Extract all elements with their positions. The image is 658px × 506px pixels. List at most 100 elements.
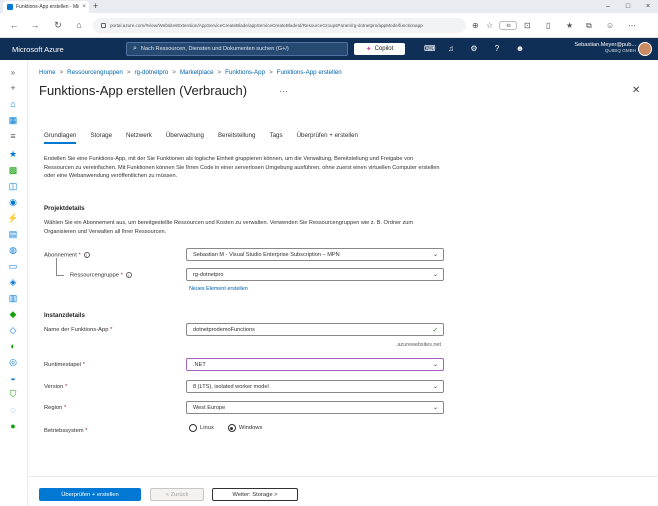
settings-icon[interactable]: ⚙ xyxy=(469,44,479,53)
next-storage-button[interactable]: Weiter: Storage > xyxy=(212,488,298,501)
more-options-icon[interactable]: ··· xyxy=(279,86,288,96)
home-icon[interactable]: ⌂ xyxy=(73,20,85,30)
breadcrumb-rg-dotnetpro[interactable]: rg-dotnetpro xyxy=(135,69,169,76)
all-services-icon[interactable]: ≡ xyxy=(7,130,19,142)
home-nav-icon[interactable]: ⌂ xyxy=(7,98,19,110)
back-button[interactable]: < Zurück xyxy=(150,488,204,501)
breadcrumb: Home > Ressourcengruppen > rg-dotnetpro … xyxy=(39,69,342,76)
help-icon[interactable]: ? xyxy=(492,44,502,53)
sql-database-icon[interactable]: ▤ xyxy=(7,228,19,240)
settings-more-icon[interactable]: ⋯ xyxy=(628,21,636,30)
copilot-label: Copilot xyxy=(374,46,394,52)
subscription-select[interactable]: Sebastian M - Visual Studio Enterprise S… xyxy=(186,248,444,261)
radio-windows[interactable]: Windows xyxy=(227,424,263,432)
resource-group-value: rg-dotnetpro xyxy=(193,271,224,278)
extensions-icon[interactable]: ⊡ xyxy=(524,21,531,30)
breadcrumb-separator: > xyxy=(126,69,131,76)
load-balancer-icon[interactable]: ◈ xyxy=(7,276,19,288)
defender-icon[interactable]: ⛉ xyxy=(7,388,19,400)
address-bar[interactable]: portal.azure.com/#view/WebsitesExtension… xyxy=(93,18,466,33)
back-icon[interactable]: ← xyxy=(8,20,20,30)
help-support-icon[interactable]: ◌ xyxy=(7,404,19,416)
entra-id-icon[interactable]: ◇ xyxy=(7,324,19,336)
expand-menu-icon[interactable]: » xyxy=(7,66,19,78)
collections-icon[interactable]: ⧉ xyxy=(586,21,592,31)
account-info[interactable]: Sebastian.Meyer@pub... QUIBIQ GMBH xyxy=(540,42,636,53)
all-resources-icon[interactable]: ▩ xyxy=(7,164,19,176)
radio-linux[interactable]: Linux xyxy=(189,424,214,432)
tab-monitoring[interactable]: Überwachung xyxy=(166,132,204,142)
maximize-window-icon[interactable]: □ xyxy=(618,0,638,13)
breadcrumb-resource-groups[interactable]: Ressourcengruppen xyxy=(67,69,123,76)
cloud-shell-icon[interactable]: ⌨ xyxy=(424,44,436,53)
runtime-stack-select[interactable]: .NET ⌄ xyxy=(186,358,444,371)
chevron-down-icon: ⌄ xyxy=(432,405,438,411)
close-tab-icon[interactable]: × xyxy=(82,4,86,10)
tab-review-create[interactable]: Überprüfen + erstellen xyxy=(297,132,358,142)
favorite-star-icon[interactable]: ☆ xyxy=(486,21,493,30)
breadcrumb-marketplace[interactable]: Marketplace xyxy=(180,69,214,76)
split-screen-icon[interactable]: ▯ xyxy=(546,21,550,30)
monitor-icon[interactable]: ◐ xyxy=(7,340,19,352)
function-app-icon[interactable]: ⚡ xyxy=(7,212,19,224)
favorites-nav-icon[interactable]: ★ xyxy=(7,148,19,160)
info-icon[interactable]: i xyxy=(83,252,90,258)
cost-icon[interactable]: ● xyxy=(7,420,19,432)
close-icon[interactable]: ✕ xyxy=(632,85,640,96)
url-text: portal.azure.com/#view/WebsitesExtension… xyxy=(110,23,423,28)
function-app-name-input[interactable]: dotnetprodemoFunctions ✓ xyxy=(186,323,444,336)
cosmos-db-icon[interactable]: ◍ xyxy=(7,244,19,256)
cost-management-icon[interactable]: ◒ xyxy=(7,372,19,384)
avatar[interactable] xyxy=(638,42,652,56)
radio-windows-label: Windows xyxy=(238,425,263,431)
notifications-icon[interactable]: ♫ xyxy=(446,44,456,53)
info-icon[interactable]: i xyxy=(125,272,132,278)
portal-sidebar: » + ⌂ ▦ ≡ ★ ▩ ◫ ◉ ⚡ ▤ ◍ ▭ ◈ ▥ ◆ ◇ ◐ ◎ ◒ … xyxy=(0,60,28,506)
tab-deployment[interactable]: Bereitstellung xyxy=(218,132,256,142)
create-resource-icon[interactable]: + xyxy=(7,82,19,94)
resource-groups-icon[interactable]: ◫ xyxy=(7,180,19,192)
tab-storage[interactable]: Storage xyxy=(90,132,112,142)
breadcrumb-separator: > xyxy=(269,69,273,76)
tab-basics[interactable]: Grundlagen xyxy=(44,132,77,144)
forward-icon[interactable]: → xyxy=(29,20,41,30)
breadcrumb-function-app[interactable]: Funktions-App xyxy=(225,69,265,76)
runtime-stack-label: Runtimestapel * xyxy=(44,362,85,368)
breadcrumb-create-function-app[interactable]: Funktions-App erstellen xyxy=(277,69,342,76)
version-select[interactable]: 8 (LTS), isolated worker model ⌄ xyxy=(186,380,444,393)
tab-tags[interactable]: Tags xyxy=(270,132,283,142)
feedback-icon[interactable]: ☻ xyxy=(515,44,525,53)
tab-networking[interactable]: Netzwerk xyxy=(126,132,152,142)
create-new-link[interactable]: Neues Element erstellen xyxy=(189,286,248,292)
browser-tab[interactable]: Funktions-App erstellen - Micr... × xyxy=(3,1,89,13)
new-tab-icon[interactable]: + xyxy=(93,1,98,11)
reload-icon[interactable]: ↻ xyxy=(52,20,64,31)
minimize-window-icon[interactable]: – xyxy=(598,0,618,13)
app-services-icon[interactable]: ◉ xyxy=(7,196,19,208)
intro-text: Erstellen Sie eine Funktions-App, mit de… xyxy=(44,156,440,180)
favorites-icon[interactable]: ★ xyxy=(566,21,573,30)
global-search-input[interactable]: ⌕ Nach Ressourcen, Diensten und Dokument… xyxy=(126,42,348,56)
copilot-button[interactable]: ✦ Copilot xyxy=(354,43,405,55)
breadcrumb-home[interactable]: Home xyxy=(39,69,56,76)
advisor-icon[interactable]: ◎ xyxy=(7,356,19,368)
operating-system-radio-group: Linux Windows xyxy=(189,424,262,432)
extension-badge[interactable]: ·ts xyxy=(499,21,517,30)
browser-tab-title: Funktions-App erstellen - Micr... xyxy=(16,4,80,10)
chevron-down-icon: ⌄ xyxy=(432,272,438,278)
zoom-icon[interactable]: ⊕ xyxy=(472,21,479,30)
virtual-networks-icon[interactable]: ◆ xyxy=(7,308,19,320)
profile-icon[interactable]: ☺ xyxy=(606,21,614,30)
review-create-button[interactable]: Überprüfen + erstellen xyxy=(39,488,141,501)
region-select[interactable]: West Europe ⌄ xyxy=(186,401,444,414)
radio-linux-circle[interactable] xyxy=(189,424,197,432)
resource-group-select[interactable]: rg-dotnetpro ⌄ xyxy=(186,268,444,281)
azure-brand[interactable]: Microsoft Azure xyxy=(12,45,64,54)
close-window-icon[interactable]: × xyxy=(638,0,658,13)
search-icon: ⌕ xyxy=(133,45,137,52)
dashboard-icon[interactable]: ▦ xyxy=(7,114,19,126)
radio-windows-circle[interactable] xyxy=(227,424,236,432)
virtual-machines-icon[interactable]: ▭ xyxy=(7,260,19,272)
azure-favicon-icon xyxy=(7,4,13,10)
storage-accounts-icon[interactable]: ▥ xyxy=(7,292,19,304)
